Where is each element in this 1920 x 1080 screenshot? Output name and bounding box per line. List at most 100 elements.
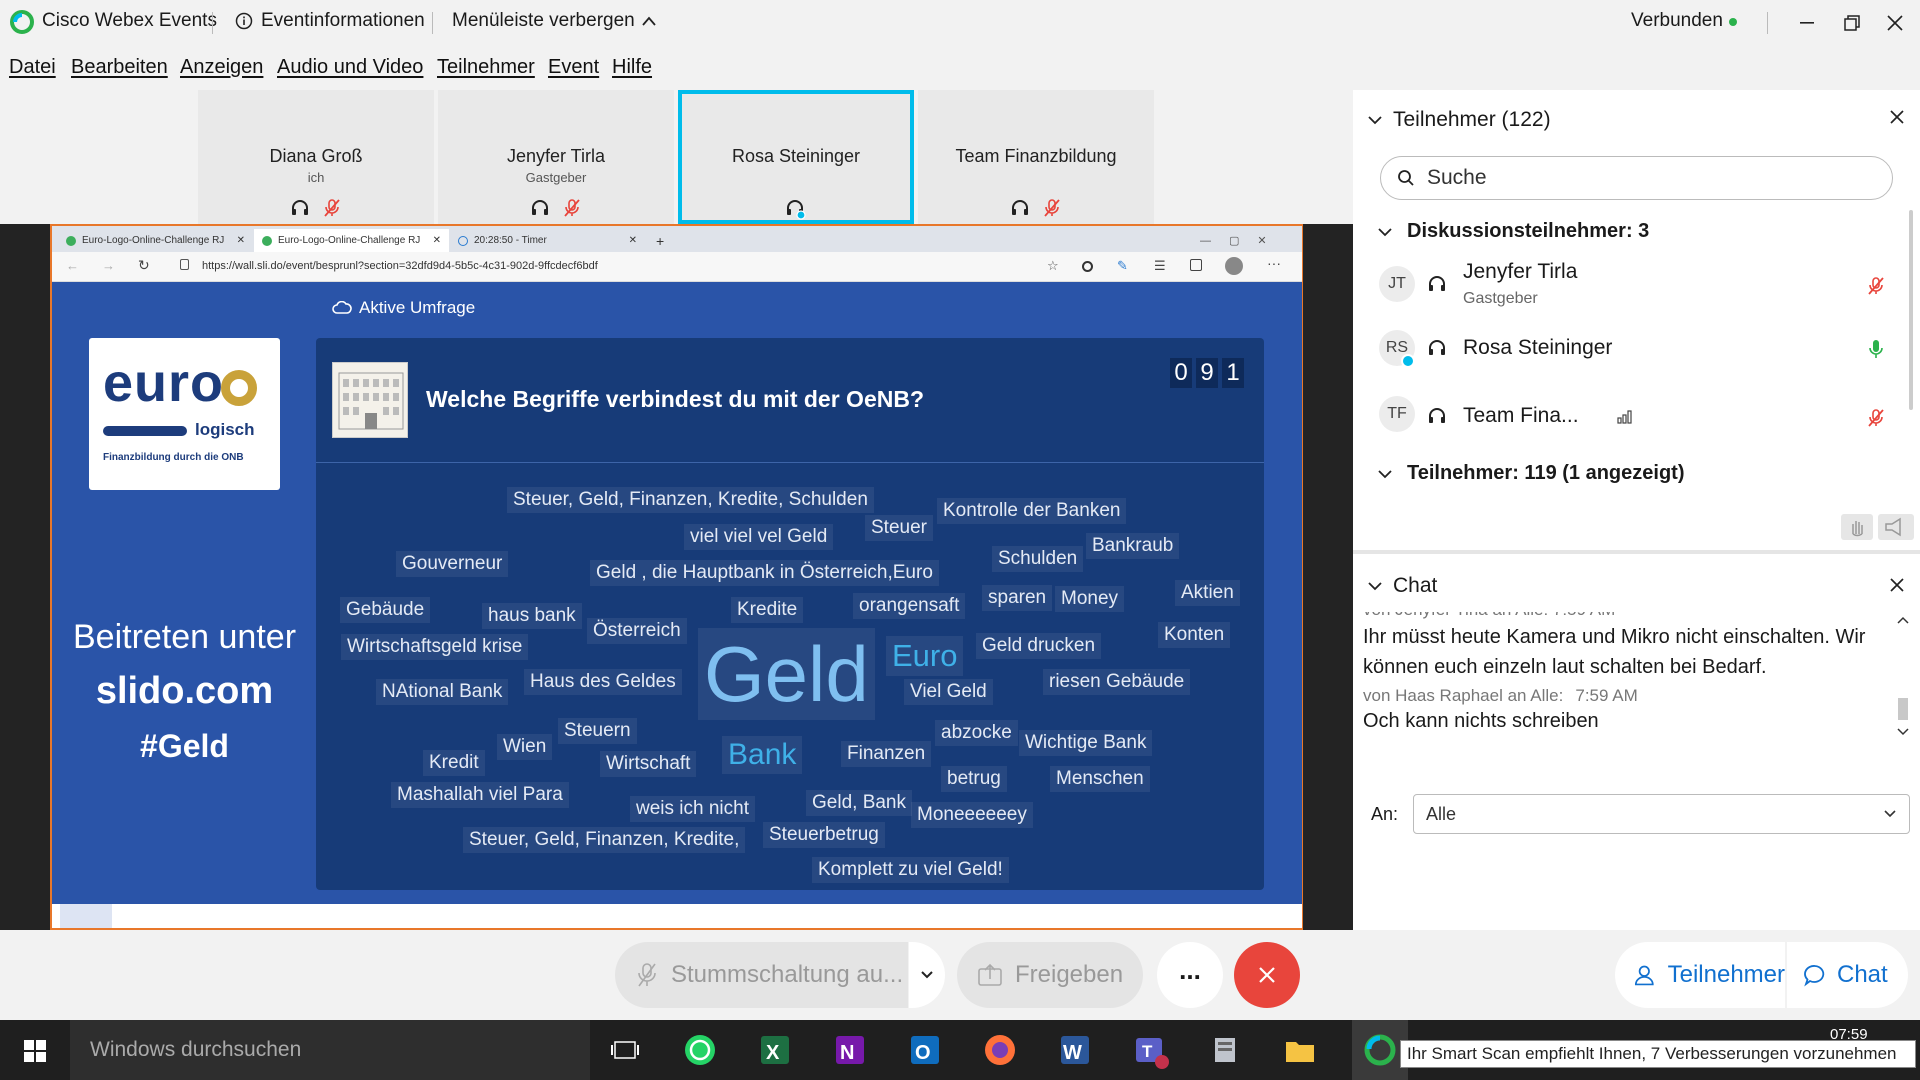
file-explorer-icon[interactable] — [1280, 1030, 1320, 1070]
browser-close-icon[interactable]: ✕ — [1257, 234, 1266, 247]
browser-tab-active[interactable]: Euro-Logo-Online-Challenge RJ ✕ — [254, 229, 449, 252]
connection-status: Verbunden — [1631, 10, 1723, 31]
browser-menu-icon[interactable]: ··· — [1267, 255, 1281, 271]
excel-icon[interactable]: X — [755, 1030, 795, 1070]
menu-anzeigen[interactable]: Anzeigen — [180, 56, 263, 79]
audio-options-dropdown[interactable] — [909, 942, 945, 1008]
new-tab-button[interactable]: + — [648, 229, 672, 252]
browser-tab[interactable]: 20:28:50 - Timer ✕ — [450, 229, 645, 252]
reload-icon[interactable]: ↻ — [138, 257, 150, 274]
close-participants-button[interactable] — [1888, 108, 1906, 126]
close-chat-button[interactable] — [1888, 576, 1906, 594]
task-view-icon[interactable] — [605, 1030, 645, 1070]
chevron-down-icon — [1378, 469, 1392, 478]
lower-hand-button[interactable] — [1878, 514, 1914, 540]
menu-datei[interactable]: Datei — [9, 56, 56, 79]
chat-to-label: An: — [1371, 804, 1399, 824]
menu-audio-video[interactable]: Audio und Video — [277, 56, 423, 79]
browser-restore-icon[interactable]: ▢ — [1229, 234, 1239, 247]
event-info-button[interactable]: Eventinformationen — [235, 10, 425, 32]
chat-recipient-select[interactable]: Alle — [1413, 794, 1910, 834]
chat-scrollbar[interactable] — [1895, 614, 1911, 738]
scroll-thumb[interactable] — [1898, 698, 1908, 720]
euro-logisch-logo: euro logisch Finanzbildung durch die ONB — [89, 338, 280, 490]
star-icon[interactable]: ☆ — [1047, 258, 1059, 274]
taskbar-search-box[interactable]: Windows durchsuchen — [70, 1020, 590, 1080]
chat-header-toggle[interactable]: Chat — [1367, 574, 1437, 598]
collections-icon[interactable] — [1190, 259, 1202, 271]
chevron-down-icon — [1378, 227, 1392, 236]
video-tile-rosa-active[interactable]: Rosa Steininger — [678, 90, 914, 224]
chat-toggle-button[interactable]: Chat — [1787, 942, 1908, 1008]
minimize-button[interactable] — [1792, 8, 1822, 38]
mute-button[interactable]: Stummschaltung au... — [615, 942, 908, 1008]
raise-hand-button[interactable] — [1841, 514, 1873, 540]
forward-icon[interactable]: → — [102, 258, 115, 273]
attendees-group-toggle[interactable]: Teilnehmer: 119 (1 angezeigt) — [1377, 462, 1685, 485]
participants-toggle-button[interactable]: Teilnehmer — [1615, 942, 1785, 1008]
hide-menu-button[interactable]: Menüleiste verbergen — [452, 10, 657, 32]
lock-icon — [180, 259, 189, 270]
close-window-button[interactable] — [1880, 8, 1910, 38]
restore-button[interactable] — [1836, 8, 1866, 38]
share-button[interactable]: Freigeben — [957, 942, 1143, 1008]
browser-tab-title: Euro-Logo-Online-Challenge RJ — [82, 235, 225, 246]
participants-title: Teilnehmer (122) — [1393, 108, 1551, 131]
participant-row[interactable]: JT Jenyfer Tirla Gastgeber — [1353, 260, 1913, 324]
menu-teilnehmer[interactable]: Teilnehmer — [437, 56, 535, 79]
more-icon: ... — [1179, 954, 1201, 985]
counter-digit: 0 — [1170, 358, 1192, 388]
word-cloud-item: betrug — [941, 766, 1007, 792]
participants-scrollbar[interactable] — [1909, 210, 1913, 410]
tile-sub: ich — [307, 170, 325, 185]
close-icon — [1259, 967, 1275, 983]
video-tile-team[interactable]: Team Finanzbildung — [918, 90, 1154, 224]
pen-extension-icon[interactable]: ✎ — [1117, 258, 1128, 274]
onenote-icon[interactable]: N — [830, 1030, 870, 1070]
menu-hilfe[interactable]: Hilfe — [612, 56, 652, 79]
start-button[interactable] — [0, 1020, 70, 1080]
logo-tagline: Finanzbildung durch die ONB — [103, 452, 244, 463]
notification-toast[interactable]: Ihr Smart Scan empfiehlt Ihnen, 7 Verbes… — [1400, 1040, 1916, 1068]
extension-icon[interactable] — [1082, 261, 1093, 272]
outlook-icon[interactable]: O — [905, 1030, 945, 1070]
end-call-button[interactable] — [1234, 942, 1300, 1008]
panelists-group-toggle[interactable]: Diskussionsteilnehmer: 3 — [1377, 220, 1649, 243]
mic-muted-icon — [638, 963, 656, 987]
file-server-icon[interactable] — [1205, 1030, 1245, 1070]
headset-icon — [292, 200, 308, 215]
join-line3: #Geld — [140, 728, 229, 764]
menu-bearbeiten[interactable]: Bearbeiten — [71, 56, 168, 79]
search-input[interactable]: Suche — [1427, 166, 1487, 190]
browser-tab-title: 20:28:50 - Timer — [474, 235, 547, 246]
firefox-icon[interactable] — [980, 1030, 1020, 1070]
whatsapp-icon[interactable] — [680, 1030, 720, 1070]
profile-icon[interactable] — [1225, 257, 1243, 275]
video-tile-diana[interactable]: Diana Groß ich — [198, 90, 434, 224]
url-field[interactable]: https://wall.sli.do/event/besprunl?secti… — [202, 260, 598, 272]
participants-header-toggle[interactable]: Teilnehmer (122) — [1367, 108, 1551, 132]
video-tile-jenyfer[interactable]: Jenyfer Tirla Gastgeber — [438, 90, 674, 224]
svg-text:T: T — [1142, 1042, 1153, 1061]
word-cloud-item: Aktien — [1175, 580, 1240, 606]
windows-logo-icon — [24, 1040, 46, 1062]
favorites-icon[interactable]: ☰ — [1154, 258, 1166, 274]
notification-text: Ihr Smart Scan empfiehlt Ihnen, 7 Verbes… — [1407, 1044, 1897, 1063]
back-icon[interactable]: ← — [66, 258, 79, 273]
word-icon[interactable]: W — [1055, 1030, 1095, 1070]
participant-row[interactable]: TF Team Fina... — [1353, 394, 1913, 454]
more-options-button[interactable]: ... — [1157, 942, 1223, 1008]
menu-event[interactable]: Event — [548, 56, 599, 79]
join-line2: slido.com — [95, 670, 274, 712]
headset-icon — [1429, 276, 1445, 291]
participant-row[interactable]: RS Rosa Steininger — [1353, 328, 1913, 388]
info-icon — [235, 12, 253, 30]
word-cloud-item: Gouverneur — [396, 551, 509, 577]
chat-sender-name: von Haas Raphael an Alle: — [1363, 686, 1564, 705]
teams-icon[interactable]: T — [1130, 1030, 1170, 1070]
browser-tab[interactable]: Euro-Logo-Online-Challenge RJ ✕ — [58, 229, 253, 252]
tile-name: Team Finanzbildung — [955, 146, 1117, 166]
participant-search[interactable]: Suche — [1380, 156, 1893, 200]
browser-minimize-icon[interactable]: — — [1200, 235, 1211, 247]
word-cloud-item: Konten — [1158, 622, 1231, 648]
